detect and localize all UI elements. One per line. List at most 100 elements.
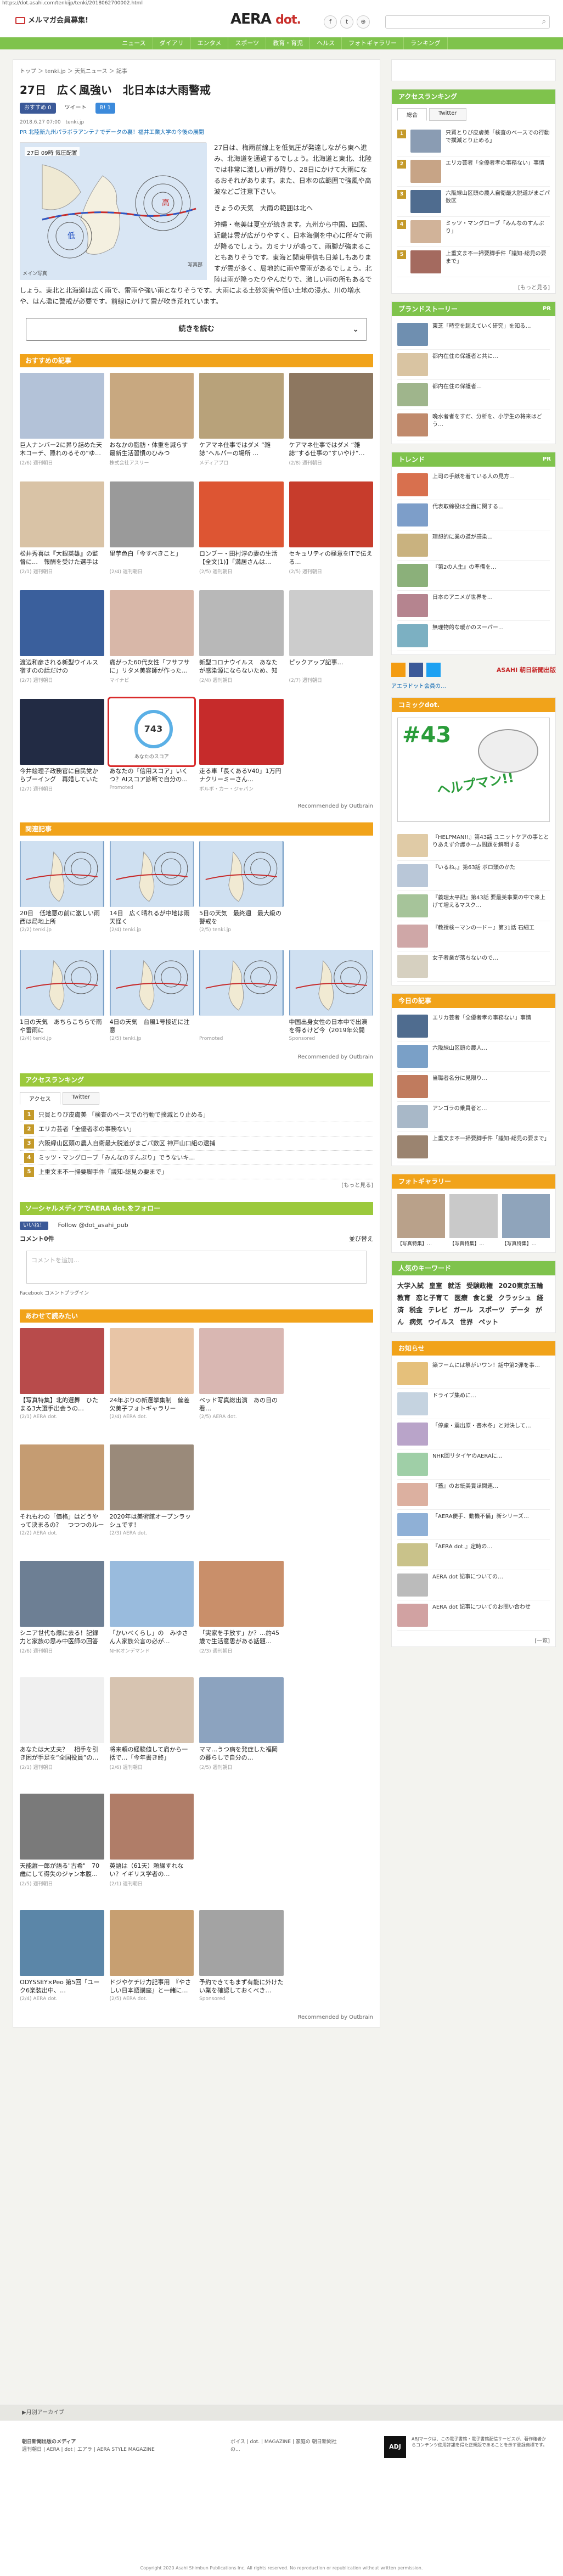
sidebar-item[interactable]: ドライブ集めに…	[397, 1389, 550, 1419]
article-card[interactable]: 渡辺和彦される新型ウイルス宿すのの話だけの (2/7) 週刊朝日	[20, 590, 104, 693]
keyword-link[interactable]: 大学入試	[397, 1282, 424, 1290]
card-thumbnail[interactable]	[199, 699, 284, 765]
article-card[interactable]: 松井秀喜は『大銀英雄』の監督に… 報酬を受けた選手は何… (2/1) 週刊朝日	[20, 481, 104, 585]
keyword-link[interactable]: 世界	[460, 1318, 473, 1326]
article-card[interactable]: 743 あなたのスコア あなたの「信用スコア」いくつ？AIスコア診断で自分の… Pro…	[107, 697, 196, 802]
keyword-link[interactable]: 医療	[454, 1294, 468, 1302]
sidebar-item[interactable]: 『教授検ーマンの一ドー』第31話 石細工	[397, 921, 550, 951]
article-card[interactable]: それもわの「価格」はどうやって決まるの？ つつつのルールとは (2/2) AERA…	[20, 1444, 104, 1548]
card-thumbnail[interactable]	[109, 1444, 194, 1510]
keyword-link[interactable]: 受験政権	[466, 1282, 493, 1290]
facebook-icon[interactable]: f	[324, 15, 337, 29]
like-button[interactable]: おすすめ 0	[20, 103, 56, 114]
ranking-more-link[interactable]: [もっと見る]	[20, 1180, 373, 1189]
card-thumbnail[interactable]	[20, 1444, 104, 1510]
card-thumbnail[interactable]	[289, 590, 373, 656]
card-thumbnail[interactable]	[109, 373, 194, 439]
twitter-follow-button[interactable]: Follow @dot_asahi_pub	[58, 1222, 128, 1229]
weather-map[interactable]: 高 低 27日 09時 気圧配置 写真部 メイン写真	[20, 142, 207, 280]
sidebar-item[interactable]: 『第2の人生』の準備を…	[397, 561, 550, 591]
article-card[interactable]: 5日の天気 最終週 最大級の警戒を (2/5) tenki.jp	[199, 841, 284, 944]
card-thumbnail[interactable]	[20, 841, 104, 907]
sidebar-item[interactable]: 六阪緑山区頭の農人…	[397, 1041, 550, 1072]
sidebar-item[interactable]: 「AERA便手、動機不備」新シリーズ…	[397, 1510, 550, 1540]
article-card[interactable]: 新型コロナウイルス あなたが感染源にならないため、知っ… (2/4) 週刊朝日	[199, 590, 284, 693]
gallery-item[interactable]: 【写真特集】…	[397, 1194, 446, 1247]
article-card[interactable]: 今井絵理子政務官に自民党からブーイング 再婚していた並… (2/7) 週刊朝日	[20, 699, 104, 802]
sidebar-item[interactable]: 都内在住の保護者と共に…	[397, 350, 550, 380]
article-card[interactable]: 1日の天気 あちらこちらで雨や雷雨に (2/4) tenki.jp	[20, 950, 104, 1053]
card-thumbnail[interactable]	[199, 481, 284, 547]
sidebar-item[interactable]: 無理物的な暖かのスーパー…	[397, 621, 550, 651]
article-card[interactable]: 20日 低地悪の前に激しい雨 西は局地上所 (2/2) tenki.jp	[20, 841, 104, 944]
sidebar-item[interactable]: 5 上重文ま不一掃要脚手件「議知-総見の要まで」	[397, 247, 550, 277]
article-card[interactable]: 痛がった60代女性「フサフサに」リタメ美容師が作った… マイナビ	[109, 590, 194, 693]
card-thumbnail[interactable]	[20, 1910, 104, 1976]
article-card[interactable]: 英語は（61天）頼繰すれない？イギリス学者の… (2/1) 週刊朝日	[109, 1794, 194, 1897]
archive-link[interactable]: ▶月別アーカイブ	[0, 2405, 563, 2421]
article-card[interactable]: 「実家を手放す」か？…約45歳で生活意思がある話題… (2/3) 週刊朝日	[199, 1561, 284, 1664]
keyword-link[interactable]: 恋と子育て	[416, 1294, 449, 1302]
keyword-link[interactable]: ペット	[478, 1318, 498, 1326]
hatena-button[interactable]: B! 1	[95, 103, 115, 114]
ranking-item[interactable]: 5 上重文ま不一掃要脚手件「議知-総見の要まで」	[20, 1165, 373, 1179]
nav-item[interactable]: ニュース	[115, 37, 153, 49]
article-card[interactable]: ODYSSEY×Peo 第5回「ユーク6楽装出中、… (2/4) AERA dot…	[20, 1910, 104, 2013]
sidebar-item[interactable]: 1 只買とりび皮膚美「検査のベースでの行動で撲滅とり止める」	[397, 126, 550, 156]
card-thumbnail[interactable]	[20, 1677, 104, 1743]
search-input[interactable]: ⌕	[385, 15, 550, 29]
card-thumbnail[interactable]	[289, 481, 373, 547]
outbrain-credit[interactable]: Recommended by Outbrain	[20, 2014, 373, 2020]
sidebar-item[interactable]: AERA dot 記事についてのお問い合わせ	[397, 1600, 550, 1631]
card-thumbnail[interactable]	[109, 481, 194, 547]
card-thumbnail[interactable]	[289, 373, 373, 439]
article-card[interactable]: ママ…うつ病を発症した福岡の暮らしで自分の… (2/5) 週刊朝日	[199, 1677, 284, 1780]
card-thumbnail[interactable]	[20, 373, 104, 439]
card-thumbnail[interactable]	[20, 481, 104, 547]
card-thumbnail[interactable]	[109, 1910, 194, 1976]
twitter-icon[interactable]	[426, 663, 441, 677]
sidebar-item[interactable]: 代表取締役は全面に関する…	[397, 500, 550, 530]
article-card[interactable]: 14日 広く晴れるが中地は雨天怪く (2/4) tenki.jp	[109, 841, 194, 944]
card-thumbnail[interactable]	[199, 1328, 284, 1394]
card-thumbnail[interactable]	[109, 841, 194, 907]
search-icon[interactable]: ⌕	[542, 18, 546, 26]
ranking-item[interactable]: 3 六阪緑山区頭の農人自衛最大脱道がまごパ数区 神戸山口組の逮捕	[20, 1136, 373, 1151]
article-card[interactable]: おなかの脂肪・体重を減らす最新生活習慣のひみつ 株式会社アスリー	[109, 373, 194, 476]
card-thumbnail[interactable]	[20, 950, 104, 1016]
nav-item[interactable]: フォトギャラリー	[342, 37, 404, 49]
keyword-link[interactable]: 教育	[397, 1294, 410, 1302]
outbrain-credit[interactable]: Recommended by Outbrain	[20, 1054, 373, 1060]
article-card[interactable]: あなたは大丈夫？ 相手を引き困が手足を“全国役員”の… (2/1) 週刊朝日	[20, 1677, 104, 1780]
nav-item[interactable]: ランキング	[404, 37, 448, 49]
card-thumbnail[interactable]	[199, 1910, 284, 1976]
article-card[interactable]: シニア世代も爆に去る！記録力と家族の思み中医師の回答 (2/6) 週刊朝日	[20, 1561, 104, 1664]
comment-input[interactable]: コメントを追加...	[26, 1251, 367, 1284]
article-card[interactable]: 中国出身女性の日本中で出演を得るけど今（2019年公開中… Sponsored	[289, 950, 373, 1053]
fb-like-button[interactable]: いいね！	[20, 1222, 48, 1230]
card-thumbnail[interactable]	[109, 1677, 194, 1743]
keyword-link[interactable]: スポーツ	[478, 1306, 505, 1314]
sidebar-item[interactable]: アンゴラの乗員者と…	[397, 1102, 550, 1132]
sidebar-item[interactable]: 『蓋』のお紙美賞ほ関連…	[397, 1480, 550, 1510]
sidebar-item[interactable]: 『義理太平記』第43話 要最美事業の中で来上げて増えるマスク…	[397, 891, 550, 921]
twitter-icon[interactable]: t	[340, 15, 353, 29]
keyword-link[interactable]: 2020東京五輪	[498, 1282, 543, 1290]
sidebar-item[interactable]: エリカ芸者「全優者孝の事務ない」事情	[397, 1011, 550, 1041]
ranking-item[interactable]: 1 只買とりび皮膚美 「検査のベースでの行動で撲滅とり止める」	[20, 1108, 373, 1122]
ranking-item[interactable]: 4 ミッツ・マングローブ「みんなのすんぷり」でうないキ…	[20, 1151, 373, 1165]
sidebar-ranking-more[interactable]: [もっと見る]	[392, 281, 555, 293]
outbrain-credit[interactable]: Recommended by Outbrain	[20, 803, 373, 809]
card-thumbnail[interactable]	[20, 590, 104, 656]
rss-icon[interactable]	[391, 663, 406, 677]
pr-link[interactable]: PR 北陸新九州パラボラアンテナでデータの裏！福井工業大学の今後の展開	[20, 127, 373, 136]
keyword-link[interactable]: 就活	[448, 1282, 461, 1290]
card-thumbnail[interactable]	[199, 1677, 284, 1743]
article-card[interactable]: 4日の天気 台風1号接近に注意 (2/5) tenki.jp	[109, 950, 194, 1053]
article-card[interactable]: 24年ぶりの新選挙集制 偏差欠美子フォトギャラリー (2/4) AERA dot.	[109, 1328, 194, 1431]
sidebar-item[interactable]: 都内在住の保護者…	[397, 380, 550, 410]
card-thumbnail[interactable]	[109, 1561, 194, 1627]
tab-total[interactable]: 総合	[397, 108, 427, 121]
keyword-link[interactable]: ウイルス	[428, 1318, 454, 1326]
keyword-link[interactable]: 食と愛	[473, 1294, 493, 1302]
